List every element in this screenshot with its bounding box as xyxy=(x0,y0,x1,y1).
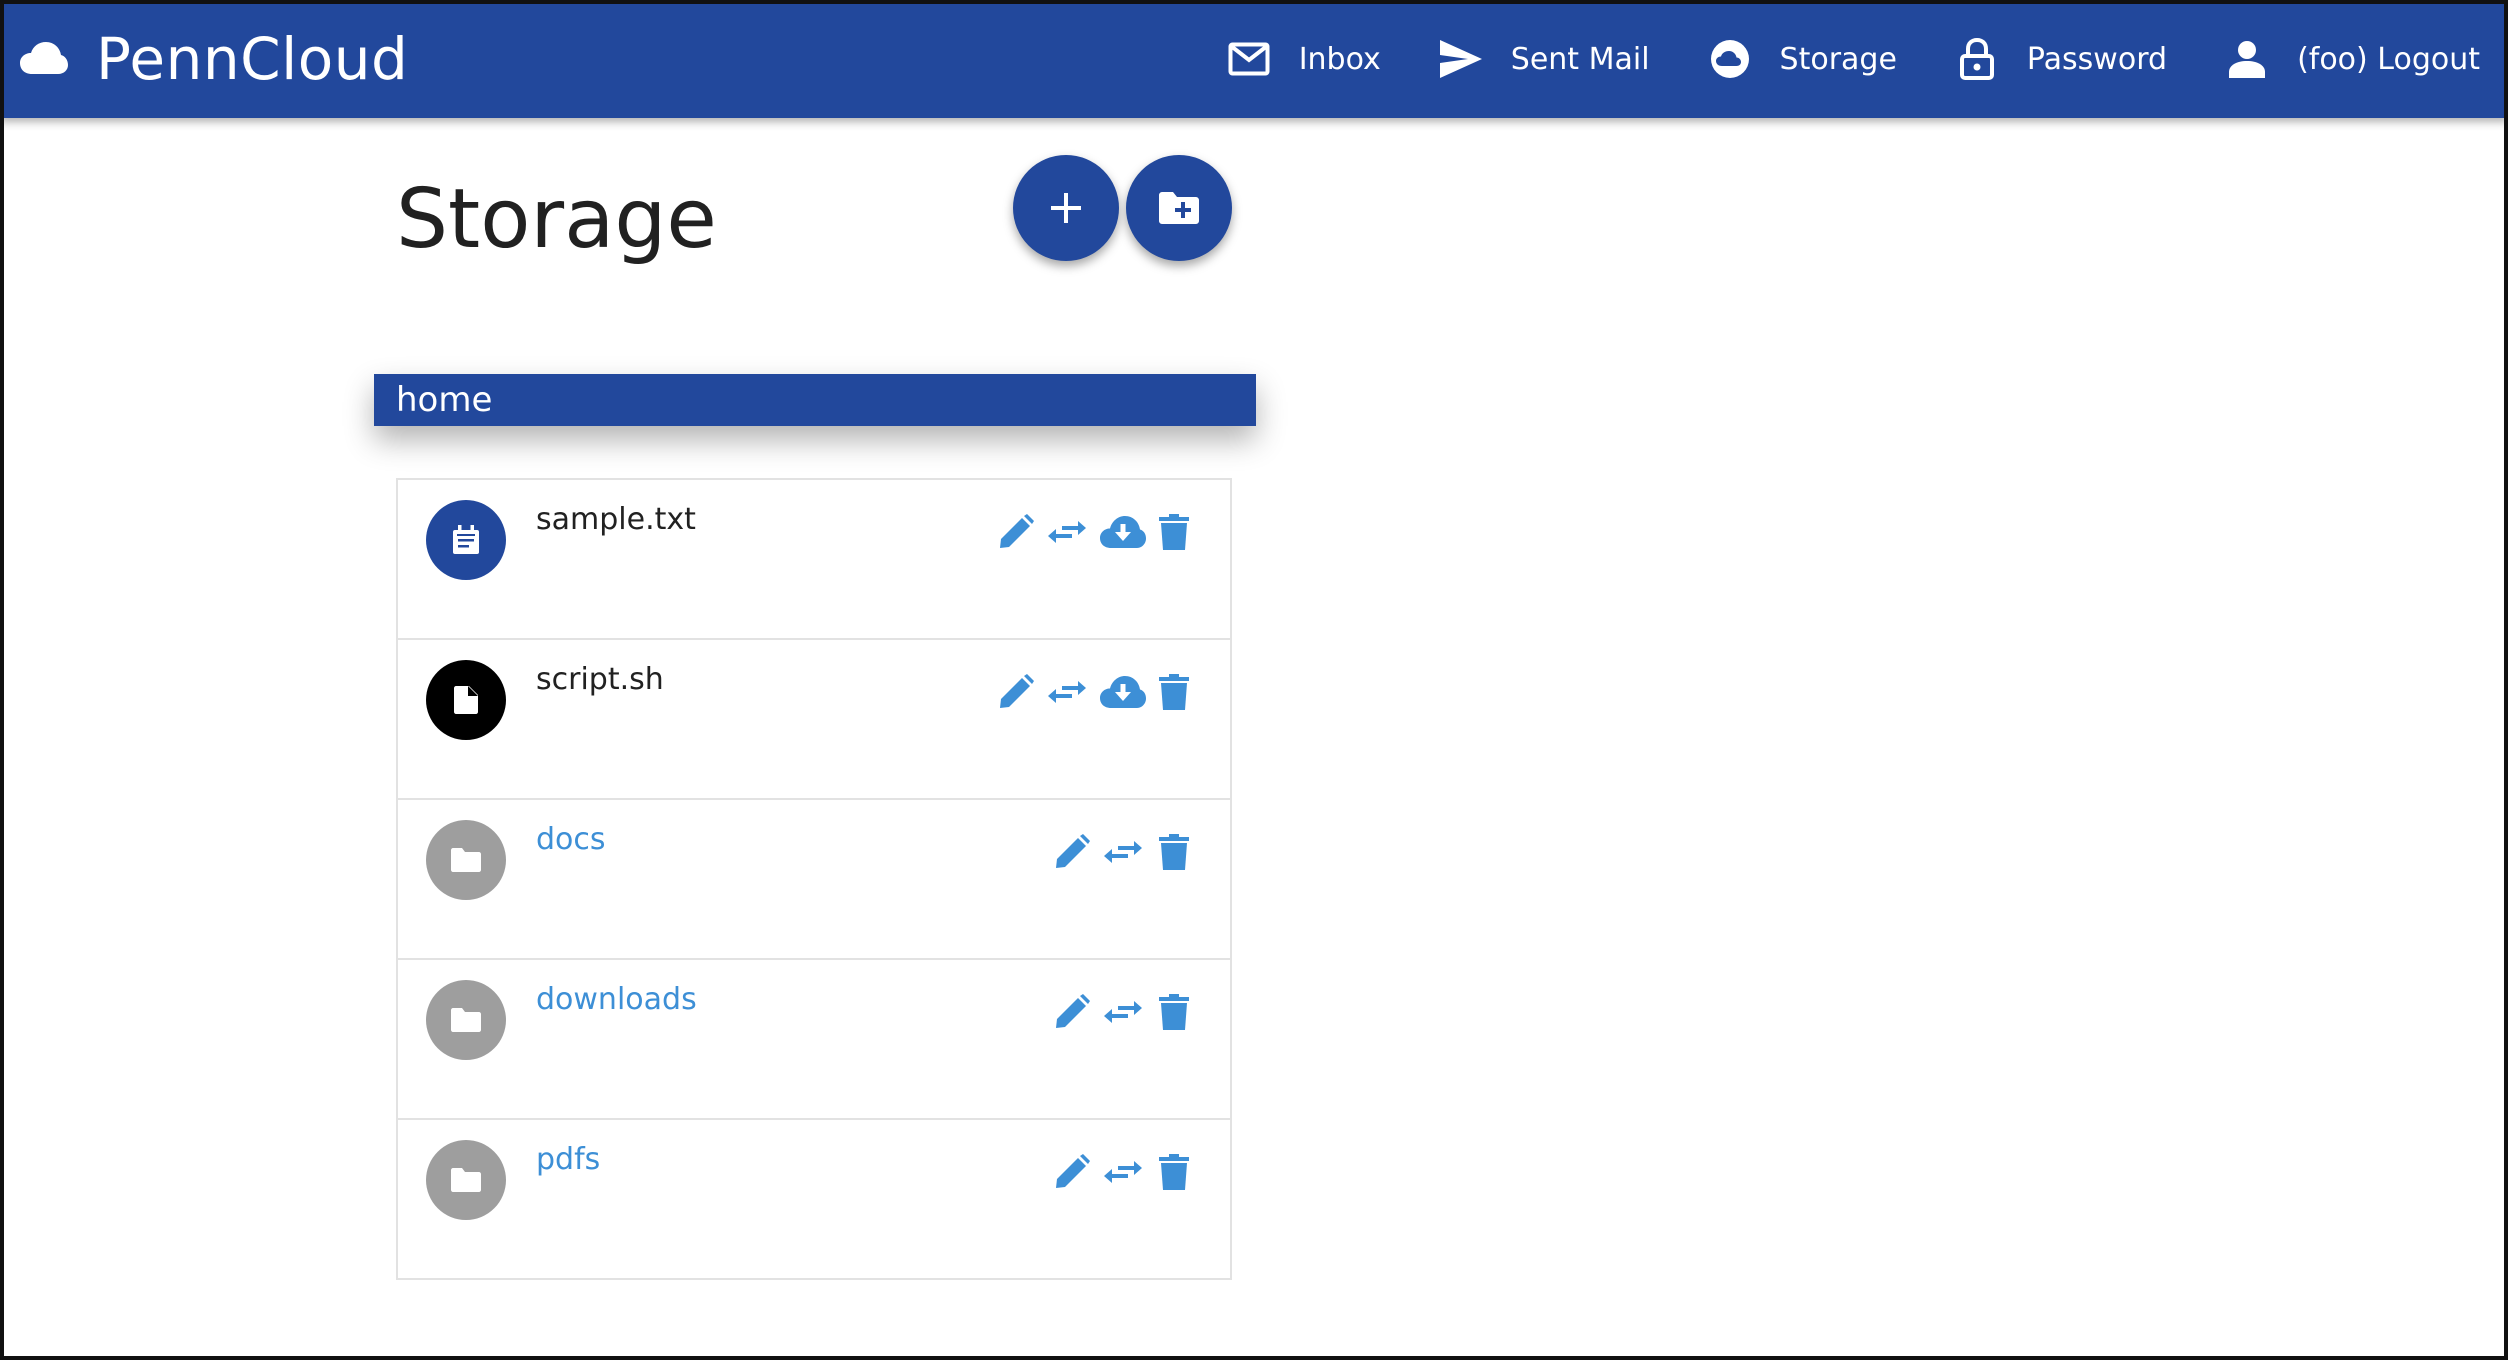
folder-link[interactable]: downloads xyxy=(536,982,697,1017)
file-row-sample-txt: sample.txt xyxy=(398,480,1230,640)
nav-sent-mail[interactable]: Sent Mail xyxy=(1439,37,1650,81)
breadcrumb-home[interactable]: home xyxy=(396,380,492,420)
edit-icon[interactable] xyxy=(996,672,1036,712)
folder-actions xyxy=(1046,832,1194,872)
nav-inbox-label: Inbox xyxy=(1298,41,1381,77)
breadcrumb: home xyxy=(374,374,1256,426)
folder-row-downloads: downloads xyxy=(398,960,1230,1120)
send-icon xyxy=(1439,37,1483,81)
file-icon xyxy=(426,660,506,740)
file-list: sample.txt script.sh docs downloads pdfs xyxy=(396,478,1232,1280)
move-icon[interactable] xyxy=(1098,832,1148,872)
file-actions xyxy=(990,672,1194,712)
nav-storage-label: Storage xyxy=(1779,41,1897,77)
folder-icon xyxy=(426,980,506,1060)
nav-password-label: Password xyxy=(2026,41,2168,77)
plus-icon xyxy=(1051,193,1081,223)
move-icon[interactable] xyxy=(1098,1152,1148,1192)
nav-password[interactable]: Password xyxy=(1955,37,2167,81)
folder-actions xyxy=(1046,992,1194,1032)
new-folder-button[interactable] xyxy=(1126,155,1232,261)
nav-storage[interactable]: Storage xyxy=(1708,37,1897,81)
upload-file-button[interactable] xyxy=(1013,155,1119,261)
delete-icon[interactable] xyxy=(1154,1152,1194,1192)
download-icon[interactable] xyxy=(1098,672,1148,712)
brand-name: PennCloud xyxy=(96,25,409,93)
folder-link[interactable]: pdfs xyxy=(536,1142,600,1177)
cloud-circle-icon xyxy=(1708,37,1752,81)
folder-link[interactable]: docs xyxy=(536,822,606,857)
nav-sent-mail-label: Sent Mail xyxy=(1510,41,1650,77)
delete-icon[interactable] xyxy=(1154,672,1194,712)
file-row-script-sh: script.sh xyxy=(398,640,1230,800)
top-nav: Inbox Sent Mail Storage Password (foo) L… xyxy=(1169,0,2480,118)
edit-icon[interactable] xyxy=(1052,832,1092,872)
page-title: Storage xyxy=(396,172,717,267)
cloud-icon xyxy=(20,41,68,77)
app-bar: PennCloud Inbox Sent Mail Storage Passwo… xyxy=(0,0,2508,118)
edit-icon[interactable] xyxy=(1052,1152,1092,1192)
nav-inbox[interactable]: Inbox xyxy=(1227,37,1381,81)
move-icon[interactable] xyxy=(1098,992,1148,1032)
folder-icon xyxy=(426,1140,506,1220)
window-frame xyxy=(0,0,2508,1360)
brand[interactable]: PennCloud xyxy=(20,22,408,96)
folder-actions xyxy=(1046,1152,1194,1192)
nav-logout[interactable]: (foo) Logout xyxy=(2225,37,2480,81)
text-file-icon xyxy=(426,500,506,580)
mail-icon xyxy=(1227,37,1271,81)
folder-icon xyxy=(426,820,506,900)
lock-icon xyxy=(1955,37,1999,81)
nav-logout-label: (foo) Logout xyxy=(2297,41,2480,77)
file-name: sample.txt xyxy=(536,502,696,537)
delete-icon[interactable] xyxy=(1154,512,1194,552)
folder-row-pdfs: pdfs xyxy=(398,1120,1230,1278)
edit-icon[interactable] xyxy=(1052,992,1092,1032)
delete-icon[interactable] xyxy=(1154,992,1194,1032)
person-icon xyxy=(2225,37,2269,81)
file-name: script.sh xyxy=(536,662,664,697)
file-actions xyxy=(990,512,1194,552)
download-icon[interactable] xyxy=(1098,512,1148,552)
folder-row-docs: docs xyxy=(398,800,1230,960)
move-icon[interactable] xyxy=(1042,512,1092,552)
edit-icon[interactable] xyxy=(996,512,1036,552)
move-icon[interactable] xyxy=(1042,672,1092,712)
folder-plus-icon xyxy=(1159,192,1199,224)
delete-icon[interactable] xyxy=(1154,832,1194,872)
